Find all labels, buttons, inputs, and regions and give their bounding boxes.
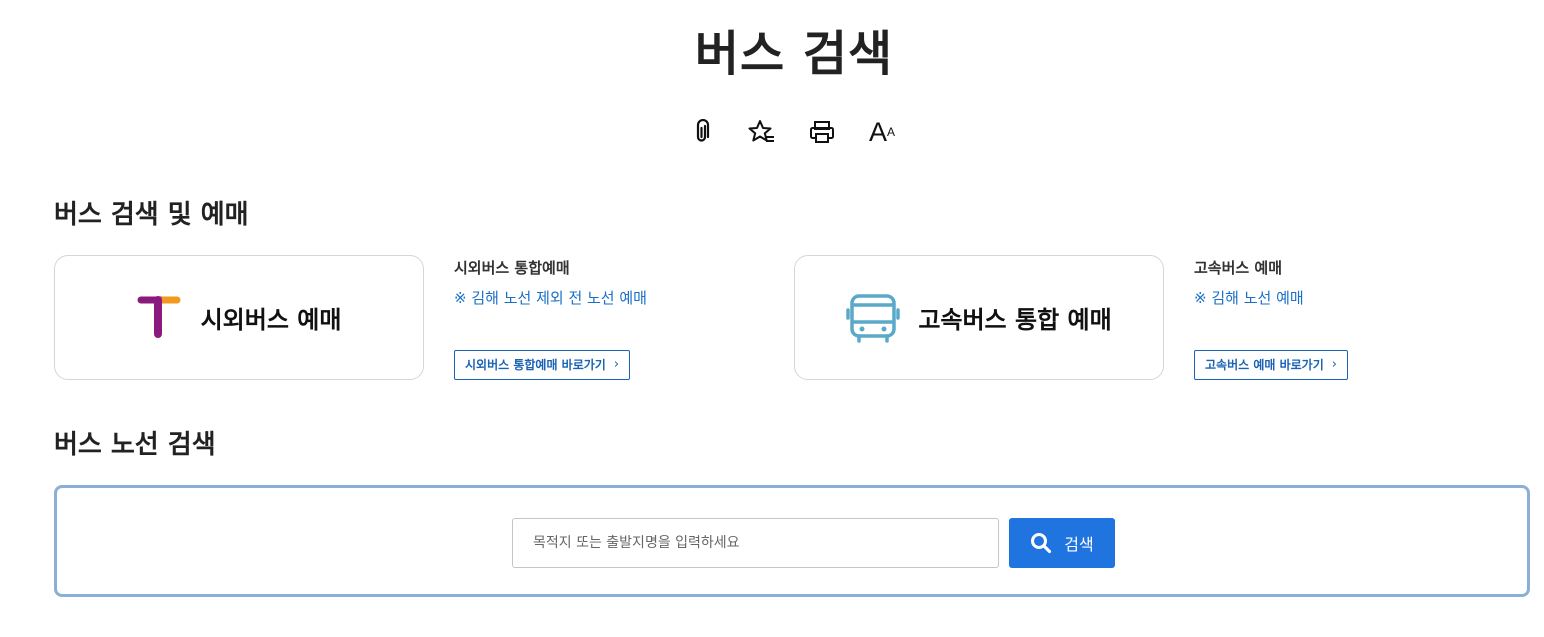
- intercity-booking-link-label: 시외버스 통합예매 바로가기: [465, 358, 606, 372]
- search-icon: [1030, 532, 1052, 554]
- intercity-card-label: 시외버스 예매: [200, 306, 342, 334]
- express-bus-booking-card[interactable]: 고속버스 통합 예매: [794, 255, 1164, 380]
- intercity-booking-link[interactable]: 시외버스 통합예매 바로가기 ›: [454, 350, 631, 380]
- intercity-info-title: 시외버스 통합예매: [454, 259, 570, 277]
- search-button-label: 검색: [1064, 535, 1094, 554]
- bus-icon: [846, 292, 901, 344]
- express-booking-info: 고속버스 예매 ※ 김해 노선 예매 고속버스 예매 바로가기 ›: [1194, 257, 1348, 380]
- print-icon[interactable]: [804, 114, 840, 150]
- express-card-label: 고속버스 통합 예매: [918, 306, 1112, 334]
- star-bookmark-icon[interactable]: [744, 114, 780, 150]
- route-search-section-title: 버스 노선 검색: [54, 430, 216, 460]
- express-info-note: ※ 김해 노선 예매: [1194, 289, 1304, 307]
- chevron-right-icon: ›: [1331, 357, 1337, 372]
- express-booking-link[interactable]: 고속버스 예매 바로가기 ›: [1194, 350, 1348, 380]
- intercity-booking-info: 시외버스 통합예매 ※ 김해 노선 제외 전 노선 예매 시외버스 통합예매 바…: [454, 257, 647, 380]
- font-size-small-glyph: A: [887, 125, 896, 139]
- page-title: 버스 검색: [694, 26, 894, 82]
- intercity-info-note: ※ 김해 노선 제외 전 노선 예매: [454, 289, 647, 307]
- utility-toolbar: AA: [684, 114, 914, 150]
- booking-section-title: 버스 검색 및 예매: [54, 200, 249, 230]
- search-button[interactable]: 검색: [1009, 518, 1115, 568]
- chevron-right-icon: ›: [613, 357, 620, 372]
- route-search-input[interactable]: [512, 518, 999, 568]
- express-booking-link-label: 고속버스 예매 바로가기: [1205, 358, 1324, 372]
- express-info-title: 고속버스 예매: [1194, 259, 1283, 277]
- t-money-logo-icon: [137, 294, 183, 342]
- intercity-bus-booking-card[interactable]: 시외버스 예매: [54, 255, 424, 380]
- paperclip-icon[interactable]: [684, 114, 720, 150]
- page: 버스 검색 AA 버스 검색 및 예매 시외버스 예매 시외버스 통합예매 ※ …: [0, 0, 1544, 637]
- font-size-icon[interactable]: AA: [864, 114, 900, 150]
- font-size-big-glyph: A: [868, 116, 887, 147]
